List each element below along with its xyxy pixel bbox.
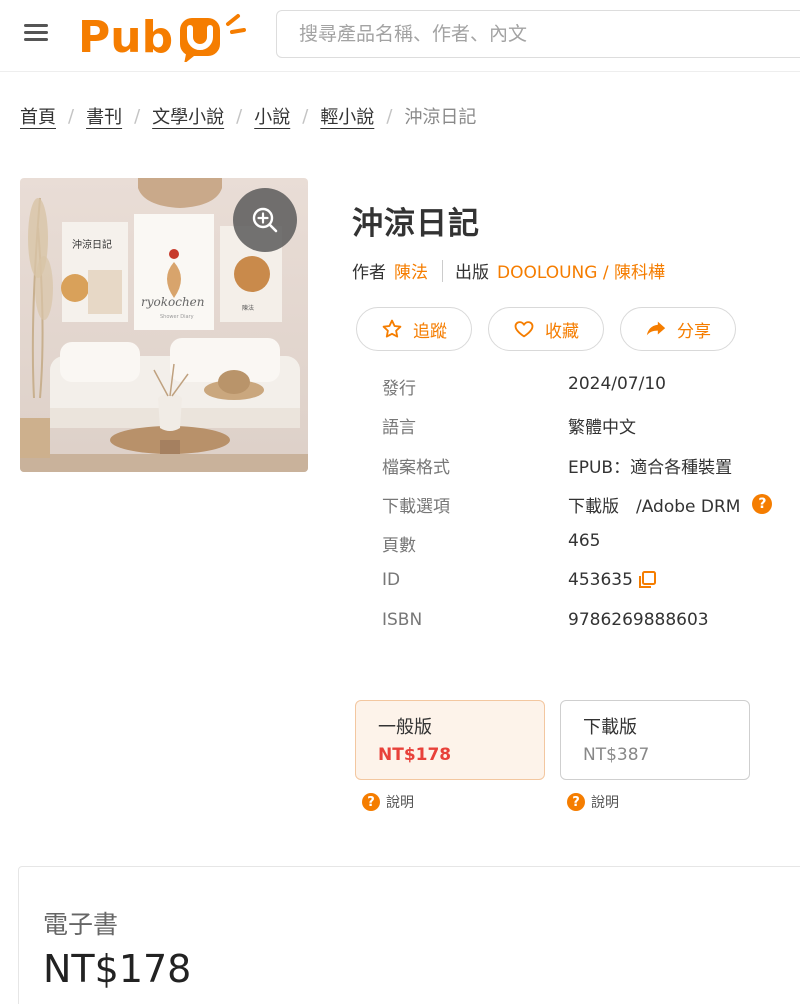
spec-value-text: 2024/07/10 — [568, 374, 666, 394]
breadcrumb-novel[interactable]: 小說 — [254, 103, 290, 129]
spec-value: 453635 — [568, 570, 657, 590]
spec-value-text: 465 — [568, 531, 601, 552]
zoom-in-icon — [252, 207, 278, 233]
edition-price: NT$178 — [378, 745, 452, 765]
edition-label: 一般版 — [378, 717, 432, 738]
spec-value-text: 9786269888603 — [568, 609, 709, 630]
follow-label: 追蹤 — [413, 321, 447, 342]
breadcrumb-separator: / — [68, 105, 75, 127]
breadcrumb-separator: / — [236, 105, 243, 127]
breadcrumb-separator: / — [302, 105, 309, 127]
help-icon[interactable]: ? — [752, 494, 773, 515]
edition-price: NT$387 — [583, 745, 650, 765]
breadcrumb-separator: / — [134, 105, 141, 127]
edition-standard-explain-link[interactable]: ? 說明 — [362, 792, 414, 812]
book-title: 沖涼日記 — [352, 206, 480, 242]
copy-icon[interactable] — [637, 570, 657, 590]
share-label: 分享 — [677, 321, 711, 342]
poster-right-text: 陳法 — [242, 304, 254, 312]
poster-center-text: ryokochen — [141, 295, 205, 309]
spec-value-text: EPUB：適合各種裝置 — [568, 457, 733, 478]
spec-key: ID — [382, 570, 401, 591]
edition-label: 下載版 — [583, 717, 637, 738]
spec-key: 下載選項 — [382, 496, 450, 517]
breadcrumb-home[interactable]: 首頁 — [20, 103, 56, 129]
zoom-button[interactable] — [233, 188, 297, 252]
ebook-label: 電子書 — [43, 910, 119, 939]
edition-download-explain-link[interactable]: ? 說明 — [567, 792, 619, 812]
help-icon: ? — [567, 793, 585, 811]
breadcrumb-literature[interactable]: 文學小說 — [152, 103, 224, 129]
search-input[interactable] — [276, 10, 800, 58]
explain-label: 說明 — [591, 795, 619, 811]
breadcrumb: 首頁 / 書刊 / 文學小說 / 小說 / 輕小說 / 沖涼日記 — [20, 100, 476, 132]
ebook-price: NT$178 — [43, 947, 192, 991]
share-button[interactable]: 分享 — [620, 307, 736, 351]
svg-text:Pub: Pub — [78, 12, 173, 62]
author-label: 作者 — [352, 263, 386, 283]
spec-value-text: 下載版 /Adobe DRM — [568, 496, 741, 517]
spec-value: 下載版 /Adobe DRM ? — [568, 492, 773, 517]
action-buttons: 追蹤 收藏 分享 — [356, 307, 736, 351]
publisher-label: 出版 — [455, 263, 489, 283]
spec-value: 465 — [568, 531, 600, 551]
follow-button[interactable]: 追蹤 — [356, 307, 472, 351]
share-arrow-icon — [646, 321, 666, 336]
help-icon: ? — [362, 793, 380, 811]
spec-value: EPUB：適合各種裝置 — [568, 453, 732, 478]
breadcrumb-current: 沖涼日記 — [404, 107, 477, 128]
breadcrumb-books[interactable]: 書刊 — [86, 103, 122, 129]
book-meta: 作者 陳法 出版 DOOLOUNG / 陳科樺 — [352, 258, 665, 283]
spec-key: ISBN — [382, 609, 423, 630]
poster-title: 沖涼日記 — [72, 238, 112, 251]
favorite-label: 收藏 — [545, 321, 579, 342]
spec-value-text: 453635 — [568, 570, 633, 591]
spec-value: 2024/07/10 — [568, 374, 666, 394]
spec-key: 檔案格式 — [382, 457, 450, 478]
ebook-purchase-card: 電子書 NT$178 — [18, 866, 800, 1004]
edition-download-option[interactable]: 下載版 NT$387 — [560, 700, 750, 780]
poster-center-subtext: Shower Diary — [160, 314, 194, 320]
spec-value: 繁體中文 — [568, 413, 636, 438]
edition-standard-option[interactable]: 一般版 NT$178 — [355, 700, 545, 780]
spec-key: 語言 — [382, 418, 416, 439]
menu-icon[interactable] — [24, 22, 50, 44]
top-header: Pub — [0, 0, 800, 72]
spec-key: 發行 — [382, 379, 416, 399]
spec-value: 9786269888603 — [568, 610, 709, 630]
publisher-link[interactable]: DOOLOUNG / 陳科樺 — [497, 258, 665, 283]
favorite-button[interactable]: 收藏 — [488, 307, 604, 351]
heart-icon — [514, 321, 534, 338]
breadcrumb-separator: / — [386, 105, 393, 127]
explain-label: 說明 — [386, 795, 414, 811]
pubu-logo[interactable]: Pub — [78, 8, 248, 62]
breadcrumb-light-novel[interactable]: 輕小說 — [320, 103, 374, 129]
meta-divider — [442, 259, 443, 282]
spec-value-text: 繁體中文 — [568, 418, 636, 439]
author-link[interactable]: 陳法 — [394, 258, 428, 283]
spec-key: 頁數 — [382, 536, 416, 557]
star-icon — [382, 319, 402, 338]
